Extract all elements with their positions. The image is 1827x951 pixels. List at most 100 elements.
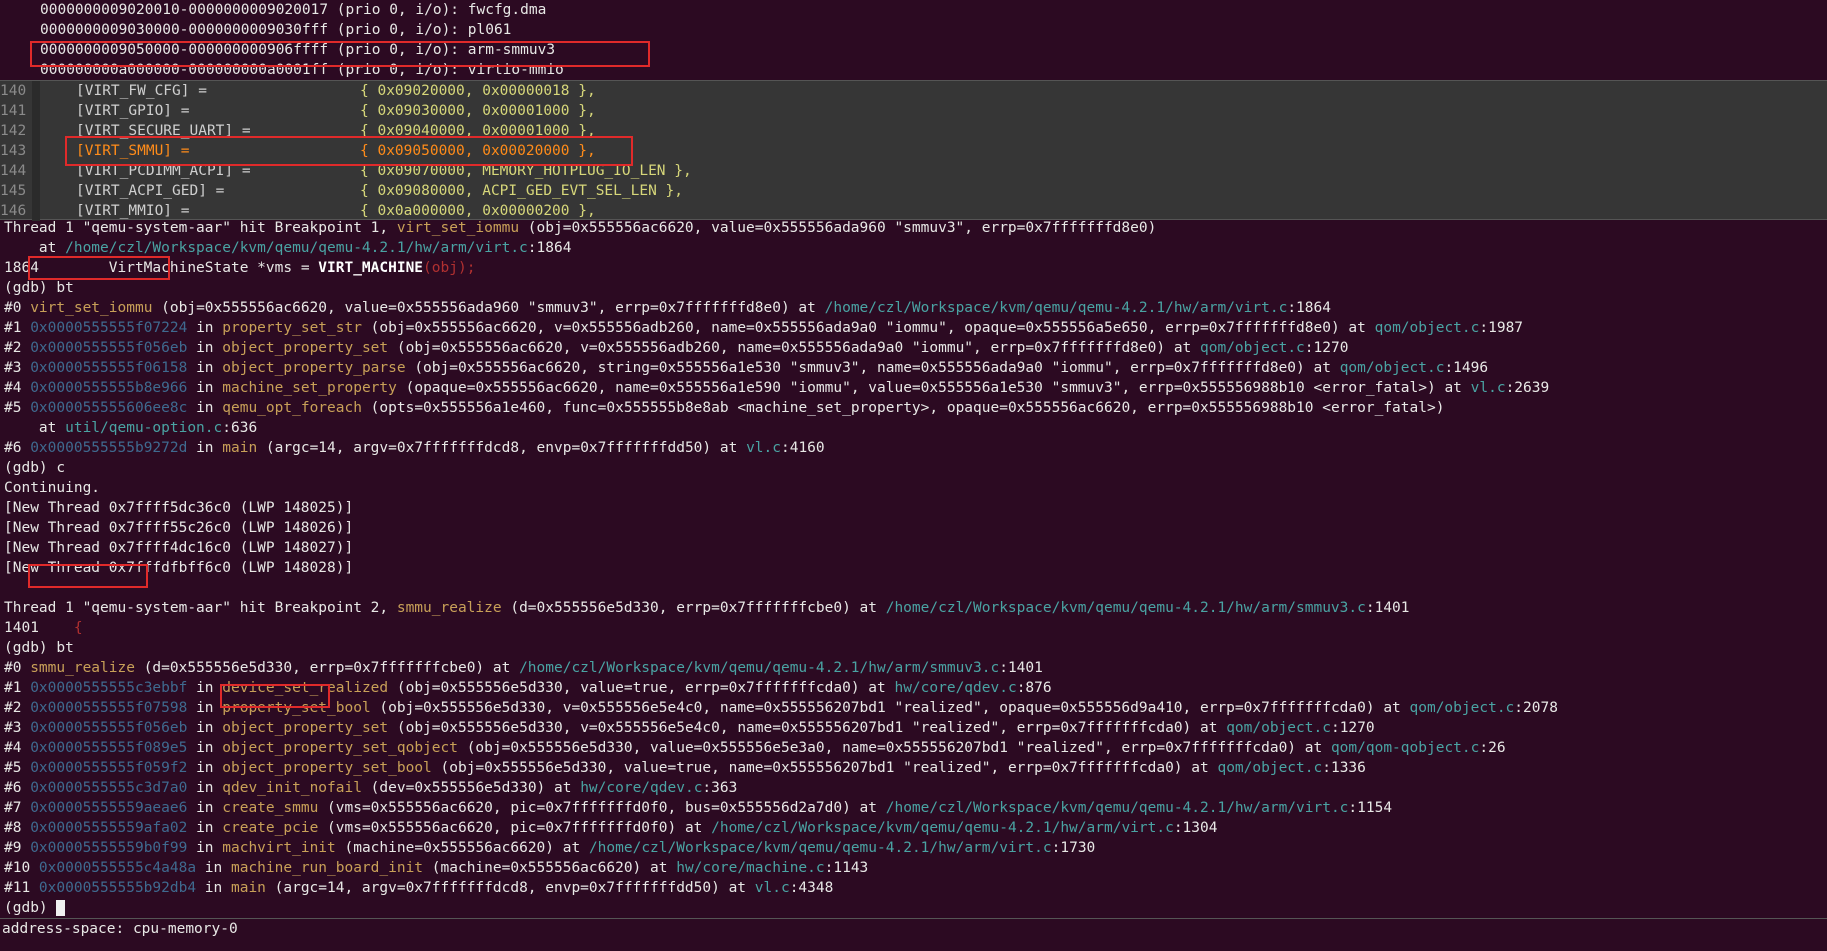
thread-text: Thread 1 "qemu-system-aar" hit Breakpoin… bbox=[4, 220, 397, 236]
frame-args: (machine=0x555556ac6620) at bbox=[335, 840, 589, 856]
frame-path: qom/qom-qobject.c bbox=[1330, 740, 1480, 756]
frame-number: #5 bbox=[4, 400, 31, 416]
frame-number: #4 bbox=[4, 740, 31, 756]
frame-function: create_smmu bbox=[222, 800, 319, 816]
backtrace-frame: #6 0x0000555555c3d7a0 in qdev_init_nofai… bbox=[0, 778, 1827, 798]
breakpoint-hit-line: Thread 1 "qemu-system-aar" hit Breakpoin… bbox=[0, 598, 1827, 618]
source-name: [VIRT_GPIO] = bbox=[76, 103, 190, 119]
frame-address: 0x0000555555b92db4 bbox=[38, 880, 197, 896]
line-number: 1401 bbox=[4, 620, 39, 636]
backtrace-frame: #5 0x000055555606ee8c in qemu_opt_foreac… bbox=[0, 398, 1827, 418]
in-keyword: in bbox=[187, 360, 223, 376]
line-number: 145 bbox=[0, 183, 27, 199]
frame-address: 0x0000555555f07598 bbox=[30, 700, 188, 716]
frame-args: (vms=0x555556ac6620, pic=0x7fffffffd0f0)… bbox=[318, 820, 712, 836]
source-pre: VirtMachineState *vms = bbox=[38, 260, 319, 276]
frame-line: :1987 bbox=[1479, 320, 1524, 336]
memory-map-pane: 0000000009020010-0000000009020017 (prio … bbox=[0, 0, 1827, 80]
frame-address: 0x0000555555f056eb bbox=[30, 720, 188, 736]
frame-function: smmu_realize bbox=[30, 660, 135, 676]
gdb-prompt-active[interactable]: (gdb) bbox=[0, 898, 1827, 918]
frame-function: virt_set_iommu bbox=[30, 300, 153, 316]
frame-path: /home/czl/Workspace/kvm/qemu/qemu-4.2.1/… bbox=[588, 840, 1052, 856]
source-value: { 0x09050000, 0x00020000 }, bbox=[360, 143, 596, 159]
frame-args: at bbox=[4, 420, 66, 436]
frame-number: #3 bbox=[4, 720, 31, 736]
frame-number: #4 bbox=[4, 380, 31, 396]
frame-path: qom/object.c bbox=[1409, 700, 1515, 716]
frame-function: object_property_set bbox=[222, 340, 389, 356]
source-line: 141 [VIRT_GPIO] = { 0x09030000, 0x00001000… bbox=[0, 101, 1827, 121]
frame-path: vl.c bbox=[746, 440, 781, 456]
cursor[interactable] bbox=[56, 900, 66, 916]
frame-address: 0x0000555555f059f2 bbox=[30, 760, 188, 776]
source-line: 142 [VIRT_SECURE_UART] = { 0x09040000, 0x0… bbox=[0, 121, 1827, 141]
source-post: (obj); bbox=[423, 260, 476, 276]
source-value: { 0x09070000, MEMORY_HOTPLUG_IO_LEN }, bbox=[360, 163, 692, 179]
frame-path: /home/czl/Workspace/kvm/qemu/qemu-4.2.1/… bbox=[824, 300, 1288, 316]
source-name: [VIRT_FW_CFG] = bbox=[76, 83, 207, 99]
function-name: smmu_realize bbox=[396, 600, 502, 616]
in-keyword: in bbox=[187, 680, 223, 696]
frame-line: :4348 bbox=[789, 880, 834, 896]
frame-path: qom/object.c bbox=[1200, 340, 1305, 356]
frame-number: #6 bbox=[4, 780, 31, 796]
frame-args: (obj=0x555556ac6620, string=0x555556a1e5… bbox=[405, 360, 1340, 376]
memory-map-line: 0000000009030000-0000000009030fff (prio … bbox=[40, 22, 512, 38]
source-value: { 0x09020000, 0x00000018 }, bbox=[360, 83, 596, 99]
frame-number: #11 bbox=[4, 880, 39, 896]
frame-line: :26 bbox=[1479, 740, 1506, 756]
frame-args: (obj=0x555556e5d330, value=0x555556e5e3a… bbox=[457, 740, 1331, 756]
frame-number: #2 bbox=[4, 340, 31, 356]
source-macro: VIRT_MACHINE bbox=[318, 260, 424, 276]
breakpoint-location-line: at /home/czl/Workspace/kvm/qemu/qemu-4.2… bbox=[0, 238, 1827, 258]
frame-number: #3 bbox=[4, 360, 31, 376]
in-keyword: in bbox=[187, 800, 223, 816]
frame-path: /home/czl/Workspace/kvm/qemu/qemu-4.2.1/… bbox=[519, 660, 1000, 676]
frame-address: 0x000055555606ee8c bbox=[30, 400, 188, 416]
thread-text: Thread 1 "qemu-system-aar" hit Breakpoin… bbox=[4, 600, 397, 616]
address-space-line: address-space: cpu-memory-0 bbox=[2, 921, 238, 937]
frame-line: :1336 bbox=[1322, 760, 1366, 776]
frame-line: :4160 bbox=[780, 440, 825, 456]
bottom-pane: address-space: cpu-memory-0 bbox=[0, 918, 1827, 951]
backtrace-frame: #8 0x00005555559afa02 in create_pcie (vm… bbox=[0, 818, 1827, 838]
in-keyword: in bbox=[187, 340, 223, 356]
new-thread-line: [New Thread 0x7ffff55c26c0 (LWP 148026)] bbox=[4, 520, 354, 536]
function-name: virt_set_iommu bbox=[396, 220, 520, 236]
frame-path: /home/czl/Workspace/kvm/qemu/qemu-4.2.1/… bbox=[711, 820, 1174, 836]
backtrace-frame: #11 0x0000555555b92db4 in main (argc=14,… bbox=[0, 878, 1827, 898]
gdb-prompt: (gdb) c bbox=[4, 460, 66, 476]
gdb-console: Thread 1 "qemu-system-aar" hit Breakpoin… bbox=[0, 218, 1827, 918]
backtrace-frame: #1 0x0000555555f07224 in property_set_st… bbox=[0, 318, 1827, 338]
frame-function: main bbox=[222, 440, 258, 456]
in-keyword: in bbox=[187, 700, 223, 716]
frame-args: (opts=0x555556a1e460, func=0x555555b8e8a… bbox=[361, 400, 1445, 416]
backtrace-frame: #3 0x0000555555f06158 in object_property… bbox=[0, 358, 1827, 378]
frame-args: (obj=0x555556e5d330, v=0x555556e5e4c0, n… bbox=[388, 720, 1227, 736]
frame-number: #0 bbox=[4, 660, 31, 676]
backtrace-frame: #6 0x0000555555b9272d in main (argc=14, … bbox=[0, 438, 1827, 458]
in-keyword: in bbox=[187, 400, 223, 416]
frame-function: machine_set_property bbox=[222, 380, 397, 396]
frame-args: (obj=0x555556ac6620, v=0x555556adb260, n… bbox=[361, 320, 1375, 336]
in-keyword: in bbox=[187, 740, 223, 756]
frame-args: (obj=0x555556e5d330, v=0x555556e5e4c0, n… bbox=[370, 700, 1410, 716]
args-text: (d=0x555556e5d330, errp=0x7fffffffcbe0) … bbox=[501, 600, 886, 616]
backtrace-frame: #2 0x0000555555f07598 in property_set_bo… bbox=[0, 698, 1827, 718]
gdb-prompt: (gdb) bt bbox=[4, 640, 74, 656]
in-keyword: in bbox=[196, 880, 231, 896]
in-keyword: in bbox=[187, 780, 223, 796]
frame-number: #9 bbox=[4, 840, 31, 856]
new-thread-line: [New Thread 0x7ffff5dc36c0 (LWP 148025)] bbox=[4, 500, 354, 516]
line-number: 144 bbox=[0, 163, 27, 179]
frame-address: 0x0000555555f089e5 bbox=[30, 740, 188, 756]
frame-line: :1270 bbox=[1330, 720, 1375, 736]
frame-number: #8 bbox=[4, 820, 31, 836]
backtrace-1: #0 virt_set_iommu (obj=0x555556ac6620, v… bbox=[0, 298, 1827, 458]
frame-number: #2 bbox=[4, 700, 31, 716]
frame-function: machvirt_init bbox=[222, 840, 336, 856]
frame-path: hw/core/qdev.c bbox=[894, 680, 1017, 696]
in-keyword: in bbox=[187, 760, 223, 776]
frame-function: qemu_opt_foreach bbox=[222, 400, 362, 416]
